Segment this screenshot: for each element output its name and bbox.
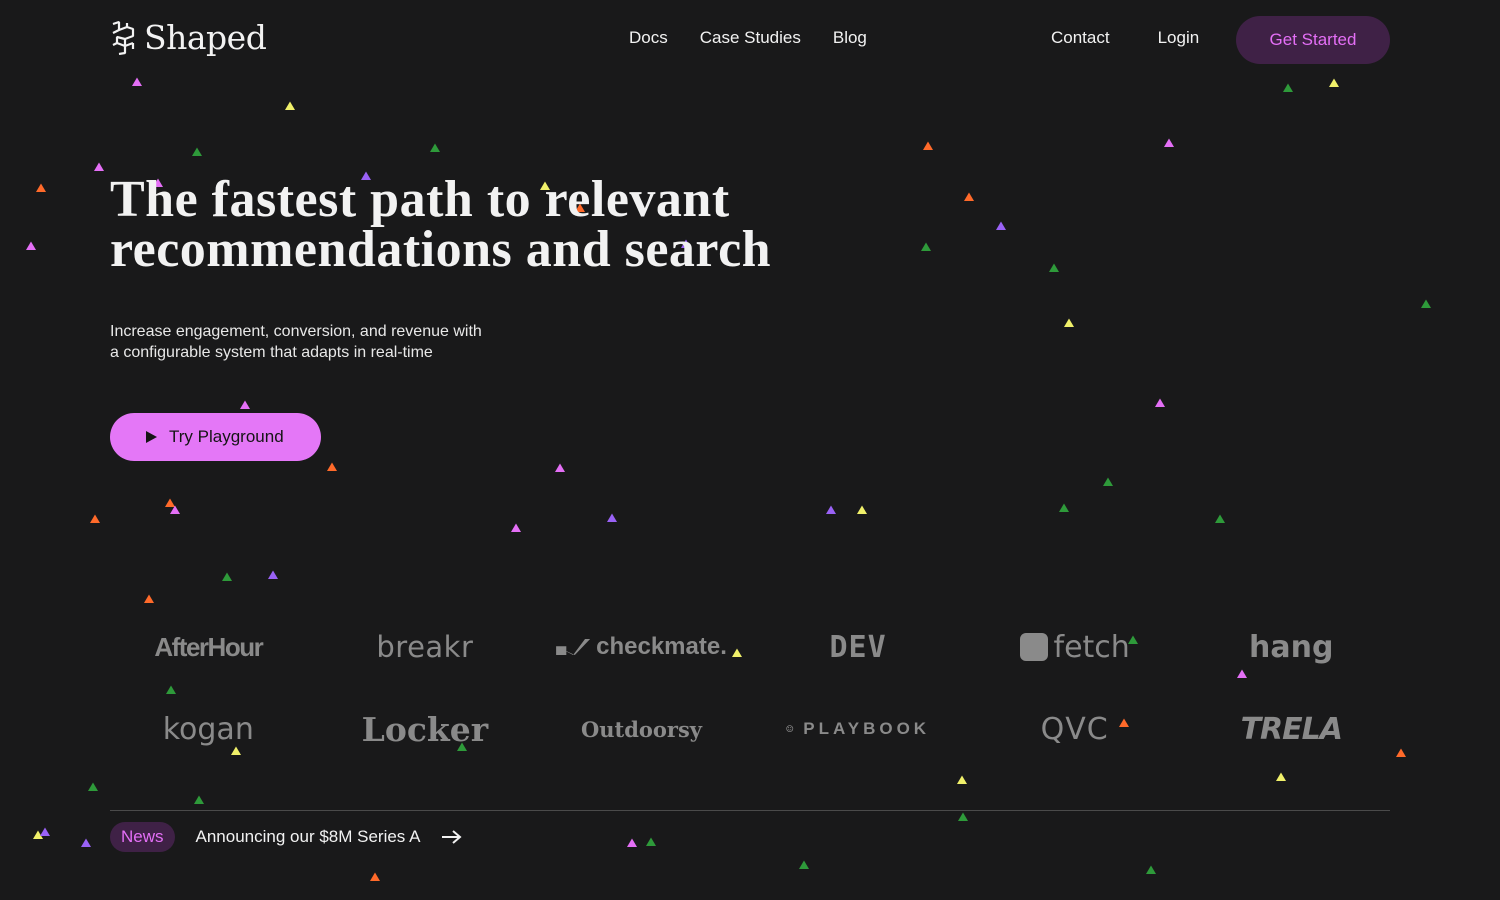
header-right-links: Contact Login bbox=[1051, 28, 1199, 48]
playbook-face-icon: ☺ bbox=[786, 722, 794, 736]
particle-triangle bbox=[1215, 514, 1225, 523]
particle-triangle bbox=[921, 242, 931, 251]
particle-triangle bbox=[957, 775, 967, 784]
particle-triangle bbox=[1155, 398, 1165, 407]
shaped-logo-icon bbox=[112, 20, 135, 55]
particle-triangle bbox=[165, 498, 175, 507]
logo-hang: hang bbox=[1183, 610, 1400, 684]
news-badge: News bbox=[110, 822, 175, 852]
particle-triangle bbox=[1064, 318, 1074, 327]
particle-triangle bbox=[555, 463, 565, 472]
hero-subtitle-line-2: a configurable system that adapts in rea… bbox=[110, 344, 433, 361]
particle-triangle bbox=[88, 782, 98, 791]
news-announcement-link[interactable]: News Announcing our $8M Series A bbox=[110, 822, 463, 852]
nav-blog[interactable]: Blog bbox=[833, 28, 867, 48]
hero-title-line-1: The fastest path to relevant bbox=[110, 171, 730, 228]
hero-subtitle: Increase engagement, conversion, and rev… bbox=[110, 321, 530, 363]
logo-kogan-text: kogan bbox=[162, 711, 254, 747]
arrow-right-icon bbox=[442, 830, 462, 844]
try-playground-label: Try Playground bbox=[169, 427, 284, 446]
logo-kogan: kogan bbox=[100, 684, 317, 774]
logo-breakr-text: breakr bbox=[376, 630, 474, 664]
logo-dev: DEV bbox=[750, 610, 967, 684]
logo-afterhour: AfterHour bbox=[100, 610, 317, 684]
shaped-logo[interactable]: Shaped bbox=[110, 18, 267, 57]
logo-fetch-text: fetch bbox=[1053, 629, 1130, 665]
logo-outdoorsy: Outdoorsy bbox=[533, 684, 750, 774]
logo-checkmate-text: checkmate. bbox=[596, 633, 727, 660]
logo-outdoorsy-text: Outdoorsy bbox=[580, 716, 703, 742]
logo-checkmate: checkmate. bbox=[533, 610, 750, 684]
play-icon bbox=[146, 431, 157, 443]
particle-triangle bbox=[90, 514, 100, 523]
particle-triangle bbox=[1049, 263, 1059, 272]
particle-triangle bbox=[646, 837, 656, 846]
fetch-dog-icon bbox=[1019, 633, 1048, 661]
logo-trela: TRELA bbox=[1183, 684, 1400, 774]
nav-docs[interactable]: Docs bbox=[629, 28, 668, 48]
particle-triangle bbox=[370, 872, 380, 881]
logo-wordmark: Shaped bbox=[144, 18, 267, 57]
particle-triangle bbox=[1103, 477, 1113, 486]
try-playground-button[interactable]: Try Playground bbox=[110, 413, 321, 461]
particle-triangle bbox=[222, 572, 232, 581]
particle-triangle bbox=[1421, 299, 1431, 308]
site-header: Shaped Docs Case Studies Blog Contact Lo… bbox=[0, 0, 1500, 80]
particle-triangle bbox=[857, 505, 867, 514]
logo-trela-text: TRELA bbox=[1240, 711, 1343, 747]
particle-triangle bbox=[826, 505, 836, 514]
news-text: Announcing our $8M Series A bbox=[195, 827, 421, 846]
particle-triangle bbox=[36, 183, 46, 192]
contact-link[interactable]: Contact bbox=[1051, 28, 1110, 48]
logo-breakr: breakr bbox=[317, 610, 534, 684]
particle-triangle bbox=[511, 523, 521, 532]
hero-title-line-2: recommendations and search bbox=[110, 221, 772, 278]
particle-triangle bbox=[430, 143, 440, 152]
particle-triangle bbox=[194, 795, 204, 804]
logo-playbook-text: PLAYBOOK bbox=[803, 719, 931, 738]
nav-case-studies[interactable]: Case Studies bbox=[700, 28, 801, 48]
hero-subtitle-line-1: Increase engagement, conversion, and rev… bbox=[110, 323, 482, 340]
particle-triangle bbox=[94, 162, 104, 171]
footer-divider bbox=[110, 810, 1390, 811]
particle-triangle bbox=[1283, 83, 1293, 92]
logo-fetch: fetch bbox=[966, 610, 1183, 684]
particle-triangle bbox=[799, 860, 809, 869]
particle-triangle bbox=[170, 505, 180, 514]
logo-dev-text: DEV bbox=[829, 629, 887, 665]
particle-triangle bbox=[607, 513, 617, 522]
particle-triangle bbox=[958, 812, 968, 821]
logo-playbook: ☺ PLAYBOOK bbox=[750, 684, 967, 774]
particle-triangle bbox=[192, 147, 202, 156]
particle-triangle bbox=[240, 400, 250, 409]
checkmate-mark-icon bbox=[556, 639, 591, 655]
particle-triangle bbox=[40, 827, 50, 836]
customer-logos: AfterHour breakr checkmate. DEV fetch ha… bbox=[100, 610, 1400, 774]
particle-triangle bbox=[627, 838, 637, 847]
particle-triangle bbox=[996, 221, 1006, 230]
main-nav: Docs Case Studies Blog bbox=[629, 28, 867, 48]
logo-afterhour-text: AfterHour bbox=[154, 631, 263, 662]
particle-triangle bbox=[81, 838, 91, 847]
particle-triangle bbox=[327, 462, 337, 471]
logo-qvc: QVC bbox=[966, 684, 1183, 774]
particle-triangle bbox=[1059, 503, 1069, 512]
logo-hang-text: hang bbox=[1249, 629, 1334, 665]
particle-triangle bbox=[964, 192, 974, 201]
logo-qvc-text: QVC bbox=[1040, 711, 1109, 747]
particle-triangle bbox=[923, 141, 933, 150]
particle-triangle bbox=[1164, 138, 1174, 147]
particle-triangle bbox=[26, 241, 36, 250]
particle-triangle bbox=[33, 830, 43, 839]
particle-triangle bbox=[1146, 865, 1156, 874]
get-started-button[interactable]: Get Started bbox=[1236, 16, 1390, 64]
logo-locker-text: Locker bbox=[361, 709, 489, 749]
particle-triangle bbox=[285, 101, 295, 110]
particle-triangle bbox=[144, 594, 154, 603]
hero-title: The fastest path to relevant recommendat… bbox=[110, 171, 810, 278]
particle-triangle bbox=[268, 570, 278, 579]
logo-locker: Locker bbox=[317, 684, 534, 774]
login-link[interactable]: Login bbox=[1158, 28, 1200, 48]
